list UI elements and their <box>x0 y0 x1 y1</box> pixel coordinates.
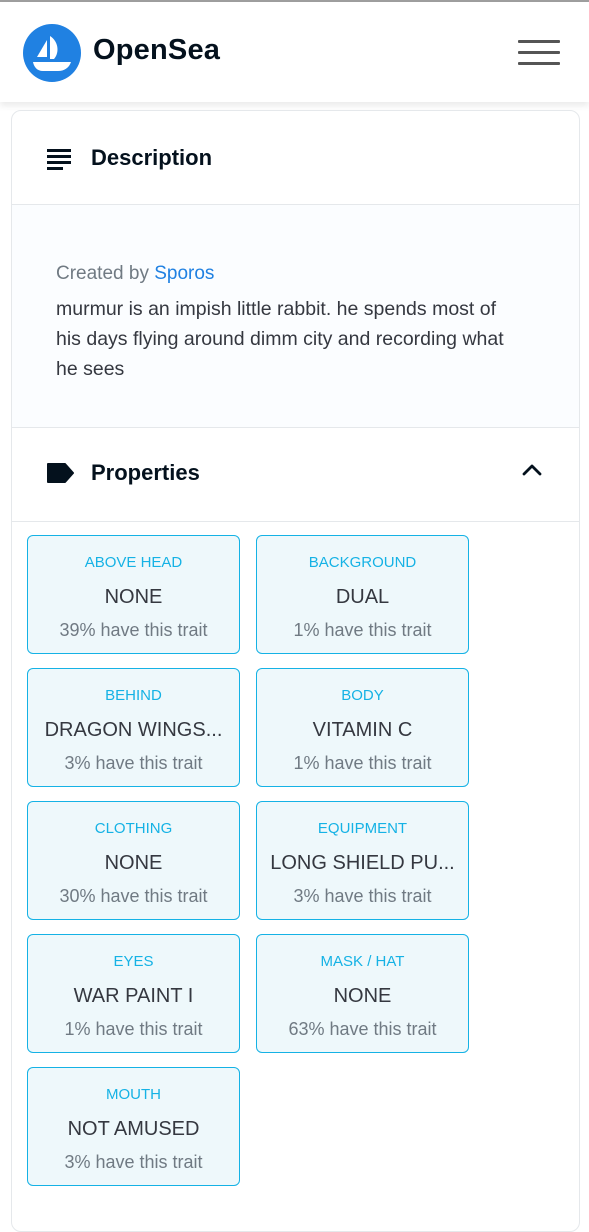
trait-rarity: 1% have this trait <box>293 620 432 640</box>
hamburger-menu-icon <box>518 40 560 43</box>
trait-type: BACKGROUND <box>308 554 417 571</box>
created-by: Created by Sporos <box>56 263 214 285</box>
trait-value: NOT AMUSED <box>67 1118 200 1140</box>
trait-card[interactable]: BEHIND DRAGON WINGS... 3% have this trai… <box>27 668 240 787</box>
trait-type: MOUTH <box>106 1086 161 1103</box>
item-details-panel: Description Created by Sporos murmur is … <box>11 110 580 1232</box>
site-header: OpenSea <box>0 2 589 102</box>
trait-value: WAR PAINT I <box>73 985 194 1007</box>
trait-rarity: 3% have this trait <box>293 886 432 906</box>
trait-card[interactable]: CLOTHING NONE 30% have this trait <box>27 801 240 920</box>
trait-rarity: 3% have this trait <box>64 753 203 773</box>
description-body: Created by Sporos murmur is an impish li… <box>12 205 579 428</box>
trait-value: NONE <box>104 586 163 608</box>
chevron-up-icon[interactable] <box>521 463 543 477</box>
trait-card[interactable]: MOUTH NOT AMUSED 3% have this trait <box>27 1067 240 1186</box>
trait-value: DRAGON WINGS... <box>44 719 223 741</box>
trait-card[interactable]: BODY VITAMIN C 1% have this trait <box>256 668 469 787</box>
trait-rarity: 3% have this trait <box>64 1152 203 1172</box>
trait-value: DUAL <box>335 586 390 608</box>
description-title: Description <box>91 145 213 170</box>
created-by-label: Created by <box>56 263 149 284</box>
author-link[interactable]: Sporos <box>154 263 214 284</box>
trait-type: EYES <box>113 953 154 970</box>
description-lines-icon <box>47 149 71 170</box>
trait-rarity: 39% have this trait <box>59 620 208 640</box>
description-header[interactable]: Description <box>12 111 579 205</box>
trait-card[interactable]: EYES WAR PAINT I 1% have this trait <box>27 934 240 1053</box>
trait-rarity: 30% have this trait <box>59 886 208 906</box>
trait-type: MASK / HAT <box>320 953 405 970</box>
trait-rarity: 1% have this trait <box>64 1019 203 1039</box>
menu-button[interactable] <box>518 40 560 70</box>
trait-type: ABOVE HEAD <box>84 554 183 571</box>
properties-header[interactable]: Properties <box>12 428 579 522</box>
trait-type: BODY <box>341 687 384 704</box>
trait-type: EQUIPMENT <box>317 820 408 837</box>
trait-rarity: 63% have this trait <box>288 1019 437 1039</box>
trait-card[interactable]: MASK / HAT NONE 63% have this trait <box>256 934 469 1053</box>
trait-value: NONE <box>104 852 163 874</box>
trait-type: CLOTHING <box>94 820 173 837</box>
opensea-boat-icon <box>33 36 71 71</box>
trait-value: VITAMIN C <box>312 719 413 741</box>
brand-name[interactable]: OpenSea <box>93 34 220 67</box>
trait-value: LONG SHIELD PU... <box>270 852 455 874</box>
trait-card[interactable]: EQUIPMENT LONG SHIELD PU... 3% have this… <box>256 801 469 920</box>
trait-card[interactable]: BACKGROUND DUAL 1% have this trait <box>256 535 469 654</box>
properties-grid: ABOVE HEAD NONE 39% have this trait BACK… <box>27 535 587 1186</box>
description-text: murmur is an impish little rabbit. he sp… <box>56 298 504 380</box>
properties-title: Properties <box>91 460 200 485</box>
trait-type: BEHIND <box>105 687 162 704</box>
opensea-logo[interactable] <box>23 24 81 82</box>
trait-value: NONE <box>333 985 392 1007</box>
trait-card[interactable]: ABOVE HEAD NONE 39% have this trait <box>27 535 240 654</box>
tag-icon <box>47 463 74 483</box>
trait-rarity: 1% have this trait <box>293 753 432 773</box>
